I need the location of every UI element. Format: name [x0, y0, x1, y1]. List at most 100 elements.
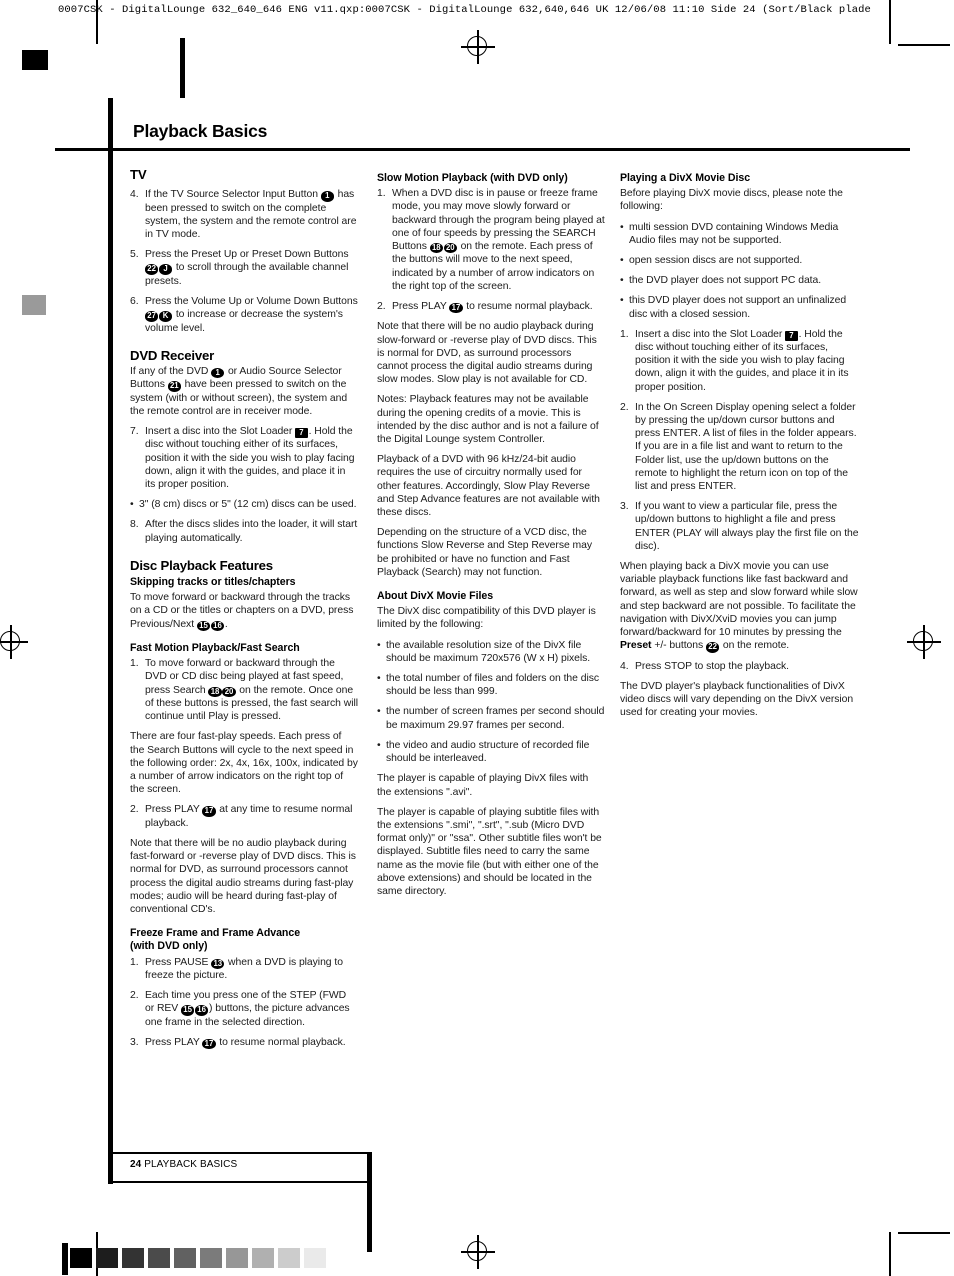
dvd-receiver-steps: 7. Insert a disc into the Slot Loader 7 … [130, 425, 358, 491]
wedge-step-7 [252, 1248, 274, 1268]
list-item: the video and audio structure of recorde… [377, 739, 605, 765]
subheading-freeze-frame: Freeze Frame and Frame Advance (with DVD… [130, 927, 358, 953]
list-item: 3. Press PLAY 17 to resume normal playba… [130, 1036, 358, 1050]
button-badge-20-icon: 20 [222, 686, 236, 698]
list-item: 4. If the TV Source Selector Input Butto… [130, 188, 358, 241]
subheading-playing-divx-disc: Playing a DivX Movie Disc [620, 172, 751, 184]
button-badge-17-icon: 17 [202, 806, 216, 817]
step-text: Insert a disc into the Slot Loader 7 . H… [635, 328, 849, 393]
step-number: 3. [130, 1037, 139, 1049]
step-text: Press PLAY 17 to resume normal playback. [145, 1037, 346, 1050]
step-number: 8. [130, 519, 139, 531]
corner-mark-top-left [22, 50, 48, 70]
button-badge-7-icon: 7 [295, 428, 308, 439]
step-text: Press PLAY 17 to resume normal playback. [392, 301, 593, 314]
step-number: 5. [130, 249, 139, 261]
wedge-step-6 [226, 1248, 248, 1268]
crop-mark-top-right [898, 44, 950, 46]
dvd-receiver-intro: If any of the DVD 1 or Audio Source Sele… [130, 366, 348, 417]
grayscale-step-wedge [70, 1248, 326, 1268]
list-item: 2. Press PLAY 17 at any time to resume n… [130, 803, 358, 830]
dvd-receiver-bullets: 3" (8 cm) discs or 5" (12 cm) discs can … [130, 498, 358, 511]
button-badge-15-icon: 15 [196, 620, 211, 632]
page-edge-rule-left [108, 98, 113, 1184]
step-number: 1. [130, 956, 139, 968]
fast-motion-steps: 1. To move forward or backward through t… [130, 657, 358, 723]
trim-line-left [96, 0, 98, 44]
list-item: open session discs are not supported. [620, 254, 860, 267]
list-item: multi session DVD containing Windows Med… [620, 221, 860, 247]
button-badge-18-icon: 18 [208, 686, 222, 698]
list-item: 1. When a DVD disc is in pause or freeze… [377, 187, 605, 293]
wedge-step-9 [304, 1248, 326, 1268]
list-item: 6. Press the Volume Up or Volume Down Bu… [130, 295, 358, 335]
step-number: 4. [620, 660, 629, 672]
slow-motion-steps: 1. When a DVD disc is in pause or freeze… [377, 187, 605, 314]
button-badge-1-icon: 1 [320, 191, 334, 202]
step-number: 3. [620, 501, 629, 513]
page-edge-rule-bottom [367, 1152, 372, 1252]
playing-divx-bullets: multi session DVD containing Windows Med… [620, 221, 860, 321]
step-number: 4. [130, 189, 139, 201]
playing-divx-step4: 4. Press STOP to stop the playback. [620, 660, 860, 673]
list-item: 2. In the On Screen Display opening sele… [620, 401, 860, 493]
step-text: In the On Screen Display opening select … [635, 401, 857, 493]
step-text: If the TV Source Selector Input Button 1… [145, 189, 357, 240]
list-item: 1. Insert a disc into the Slot Loader 7 … [620, 328, 860, 394]
list-item: 1. To move forward or backward through t… [130, 657, 358, 723]
footer-folio: 24 PLAYBACK BASICS [130, 1159, 237, 1170]
button-badge-16-icon: 16 [210, 620, 225, 632]
footer-rule-bottom [110, 1181, 370, 1183]
trim-line-right [889, 0, 891, 44]
title-rule [55, 148, 910, 151]
button-badge-22-icon: 22 [145, 264, 159, 275]
step-number: 7. [130, 426, 139, 438]
crop-mark-bottom-right [898, 1232, 950, 1234]
fast-motion-note-1: There are four fast-play speeds. Each pr… [130, 731, 358, 796]
list-item: 8. After the discs slides into the loade… [130, 518, 358, 544]
button-badge-13-icon: 13 [211, 958, 225, 970]
slow-motion-note-1: Note that there will be no audio playbac… [377, 321, 597, 386]
slow-motion-note-3: Playback of a DVD with 96 kHz/24-bit aud… [377, 454, 600, 519]
button-badge-16-icon: 16 [195, 1005, 209, 1016]
registration-mark-top [461, 30, 495, 64]
divx-intro: The DivX disc compatibility of this DVD … [377, 606, 596, 631]
tv-steps: 4. If the TV Source Selector Input Butto… [130, 188, 358, 335]
prepress-slug-line: 0007CSK - DigitalLounge 632_640_646 ENG … [58, 4, 871, 16]
footer-rule-top [110, 1152, 370, 1154]
button-badge-18-icon: 18 [429, 243, 443, 254]
skipping-text: To move forward or backward through the … [130, 592, 354, 632]
list-item: the total number of files and folders on… [377, 672, 605, 698]
tint-mark-left [22, 295, 46, 315]
step-number: 2. [377, 301, 386, 313]
corner-mark-bottom-left [62, 1243, 68, 1275]
step-text: Press the Volume Up or Volume Down Butto… [145, 296, 358, 334]
freeze-frame-steps: 1. Press PAUSE 13 when a DVD is playing … [130, 956, 358, 1050]
button-badge-k-icon: K [159, 311, 173, 322]
list-item: this DVD player does not support an unfi… [620, 294, 860, 320]
playing-divx-steps: 1. Insert a disc into the Slot Loader 7 … [620, 328, 860, 553]
step-text: Press PLAY 17 at any time to resume norm… [145, 804, 353, 829]
list-item: 7. Insert a disc into the Slot Loader 7 … [130, 425, 358, 491]
heading-disc-playback-features: Disc Playback Features [130, 557, 273, 573]
heading-tv: TV [130, 167, 147, 182]
wedge-step-1 [96, 1248, 118, 1268]
freeze-frame-line-2: (with DVD only) [130, 940, 208, 953]
playing-divx-intro: Before playing DivX movie discs, please … [620, 188, 843, 213]
list-item: 3" (8 cm) discs or 5" (12 cm) discs can … [130, 498, 358, 511]
wedge-step-2 [122, 1248, 144, 1268]
trim-line-bottom-right [889, 1232, 891, 1276]
fast-motion-step2: 2. Press PLAY 17 at any time to resume n… [130, 803, 358, 830]
button-badge-27-icon: 27 [145, 311, 159, 322]
wedge-step-4 [174, 1248, 196, 1268]
button-badge-15-icon: 15 [181, 1005, 195, 1016]
slow-motion-note-4: Depending on the structure of a VCD disc… [377, 527, 593, 578]
freeze-frame-line-1: Freeze Frame and Frame Advance [130, 927, 301, 940]
button-badge-1-icon: 1 [211, 368, 225, 379]
step-text: Press the Preset Up or Preset Down Butto… [145, 249, 349, 287]
step-number: 1. [377, 188, 386, 200]
registration-mark-bottom [461, 1235, 495, 1269]
divx-note-1: The player is capable of playing DivX fi… [377, 773, 589, 798]
list-item: the available resolution size of the Div… [377, 639, 605, 665]
step-number: 1. [620, 328, 629, 340]
